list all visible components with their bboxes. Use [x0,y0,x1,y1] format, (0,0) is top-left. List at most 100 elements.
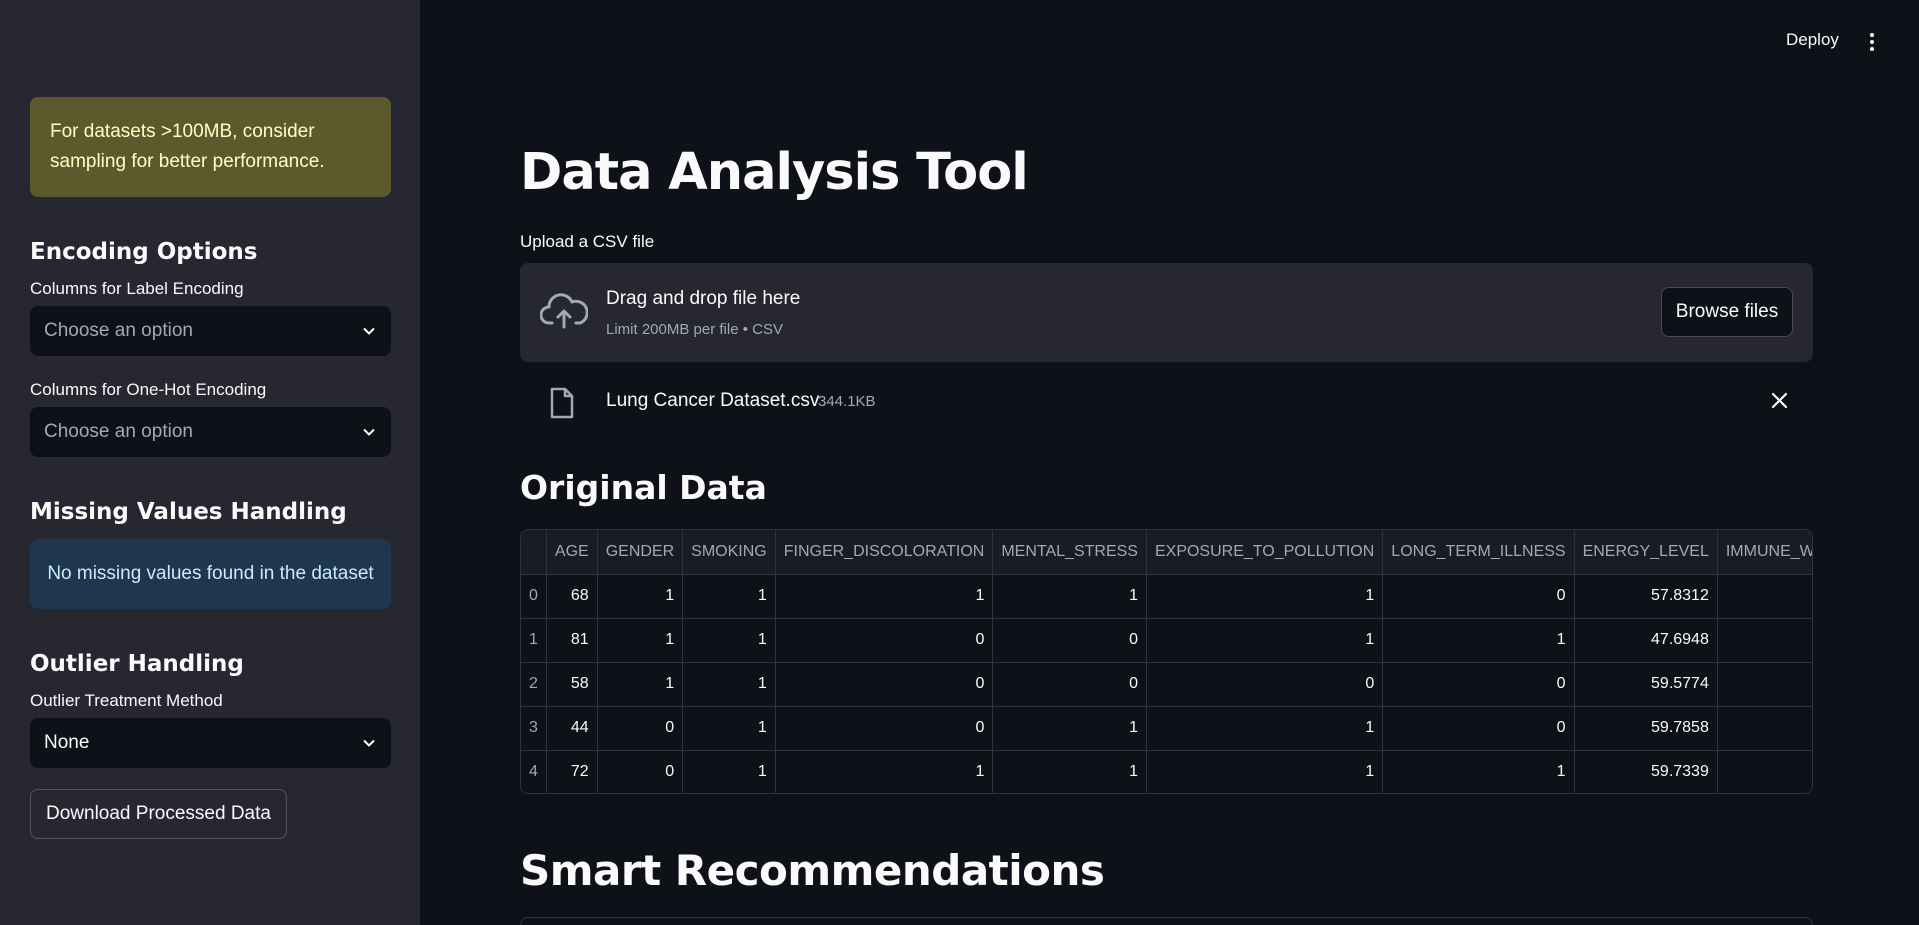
table-cell[interactable]: 72 [546,750,598,793]
table-cell[interactable]: 1 [992,750,1147,793]
outlier-method-value: None [44,732,90,753]
table-cell[interactable]: 58 [546,662,598,707]
table-header-exposure-to-pollution[interactable]: EXPOSURE_TO_POLLUTION [1146,530,1384,575]
table-row[interactable]: 3 44 0 1 0 1 1 0 59.7858 [521,706,1812,751]
table-cell[interactable]: 0 [597,706,684,751]
table-row[interactable]: 2 58 1 1 0 0 0 0 59.5774 [521,662,1812,707]
table-cell[interactable]: 0 [1382,574,1575,619]
table-cell[interactable]: 1 [992,574,1147,619]
outlier-method-select[interactable]: None [30,718,391,768]
missing-values-heading: Missing Values Handling [30,499,347,525]
table-cell[interactable]: 57.8312 [1574,574,1718,619]
table-cell[interactable]: 1 [1382,618,1575,663]
table-cell[interactable]: 1 [682,574,776,619]
uploaded-file-row: Lung Cancer Dataset.csv 344.1KB [520,380,1813,420]
table-cell[interactable]: 81 [546,618,598,663]
table-cell[interactable]: 59.7339 [1574,750,1718,793]
table-header-finger-discoloration[interactable]: FINGER_DISCOLORATION [775,530,994,575]
table-cell[interactable]: 68 [546,574,598,619]
label-encoding-select[interactable]: Choose an option [30,306,391,356]
table-cell[interactable]: 0 [1382,662,1575,707]
table-header-index[interactable] [521,530,547,575]
original-data-heading: Original Data [520,468,767,507]
table-cell[interactable]: 1 [682,662,776,707]
onehot-encoding-select[interactable]: Choose an option [30,407,391,457]
table-cell[interactable]: 0 [597,750,684,793]
label-encoding-label: Columns for Label Encoding [30,279,244,298]
table-row[interactable]: 0 68 1 1 1 1 1 0 57.8312 [521,574,1812,619]
table-cell[interactable] [1717,706,1812,751]
table-cell[interactable]: 1 [1146,750,1384,793]
table-cell[interactable]: 0 [1146,662,1384,707]
table-header-immune[interactable]: IMMUNE_WE [1717,530,1812,575]
table-header-energy-level[interactable]: ENERGY_LEVEL [1574,530,1718,575]
table-cell[interactable] [1717,662,1812,707]
chevron-down-icon [363,739,375,747]
close-icon[interactable] [1771,392,1788,409]
file-icon [550,387,574,419]
table-cell[interactable]: 1 [775,574,994,619]
label-encoding-placeholder: Choose an option [44,320,193,341]
dropzone-title: Drag and drop file here [606,288,801,309]
table-header-gender[interactable]: GENDER [597,530,684,575]
data-table: AGE GENDER SMOKING FINGER_DISCOLORATION … [521,530,1812,793]
missing-values-info: No missing values found in the dataset [30,539,391,609]
table-row-index[interactable]: 3 [521,706,547,751]
table-cell[interactable]: 1 [775,750,994,793]
table-header-smoking[interactable]: SMOKING [682,530,776,575]
original-data-table[interactable]: AGE GENDER SMOKING FINGER_DISCOLORATION … [520,529,1813,794]
table-header-mental-stress[interactable]: MENTAL_STRESS [992,530,1147,575]
deploy-button[interactable]: Deploy [1786,30,1839,50]
table-cell[interactable]: 1 [682,750,776,793]
chevron-down-icon [363,428,375,436]
kebab-menu-icon[interactable] [1866,32,1878,52]
table-row-index[interactable]: 1 [521,618,547,663]
table-cell[interactable]: 1 [1146,574,1384,619]
table-row-index[interactable]: 4 [521,750,547,793]
table-cell[interactable]: 1 [1146,618,1384,663]
table-cell[interactable]: 0 [992,618,1147,663]
table-cell[interactable] [1717,618,1812,663]
encoding-options-heading: Encoding Options [30,239,258,265]
table-row-index[interactable]: 0 [521,574,547,619]
table-cell[interactable]: 47.6948 [1574,618,1718,663]
table-cell[interactable]: 44 [546,706,598,751]
sampling-warning: For datasets >100MB, consider sampling f… [30,97,391,197]
table-row-index[interactable]: 2 [521,662,547,707]
table-cell[interactable]: 1 [682,706,776,751]
table-cell[interactable]: 0 [775,706,994,751]
download-processed-data-button[interactable]: Download Processed Data [30,789,287,839]
browse-files-button[interactable]: Browse files [1661,287,1793,337]
table-cell[interactable]: 1 [682,618,776,663]
onehot-encoding-label: Columns for One-Hot Encoding [30,380,267,399]
table-cell[interactable] [1717,574,1812,619]
table-cell[interactable]: 1 [1146,706,1384,751]
table-cell[interactable]: 0 [775,618,994,663]
table-cell[interactable]: 1 [597,574,684,619]
table-row[interactable]: 4 72 0 1 1 1 1 1 59.7339 [521,750,1812,793]
upload-label: Upload a CSV file [520,232,655,251]
table-cell[interactable]: 0 [775,662,994,707]
cloud-upload-icon [540,293,588,329]
table-cell[interactable]: 0 [1382,706,1575,751]
table-header-age[interactable]: AGE [546,530,598,575]
table-cell[interactable]: 1 [597,618,684,663]
table-row[interactable]: 1 81 1 1 0 0 1 1 47.6948 [521,618,1812,663]
uploaded-file-name: Lung Cancer Dataset.csv [606,390,820,411]
smart-recommendations-heading: Smart Recommendations [520,846,1105,895]
table-cell[interactable] [1717,750,1812,793]
file-dropzone[interactable]: Drag and drop file here Limit 200MB per … [520,263,1813,362]
onehot-encoding-placeholder: Choose an option [44,421,193,442]
table-cell[interactable]: 1 [597,662,684,707]
table-cell[interactable]: 0 [992,662,1147,707]
table-cell[interactable]: 1 [992,706,1147,751]
page-title: Data Analysis Tool [520,143,1029,202]
uploaded-file-size: 344.1KB [818,393,876,410]
recommendations-container [520,917,1813,925]
table-cell[interactable]: 59.7858 [1574,706,1718,751]
app: For datasets >100MB, consider sampling f… [0,0,1919,925]
table-cell[interactable]: 59.5774 [1574,662,1718,707]
table-header-long-term-illness[interactable]: LONG_TERM_ILLNESS [1382,530,1575,575]
table-cell[interactable]: 1 [1382,750,1575,793]
chevron-down-icon [363,327,375,335]
